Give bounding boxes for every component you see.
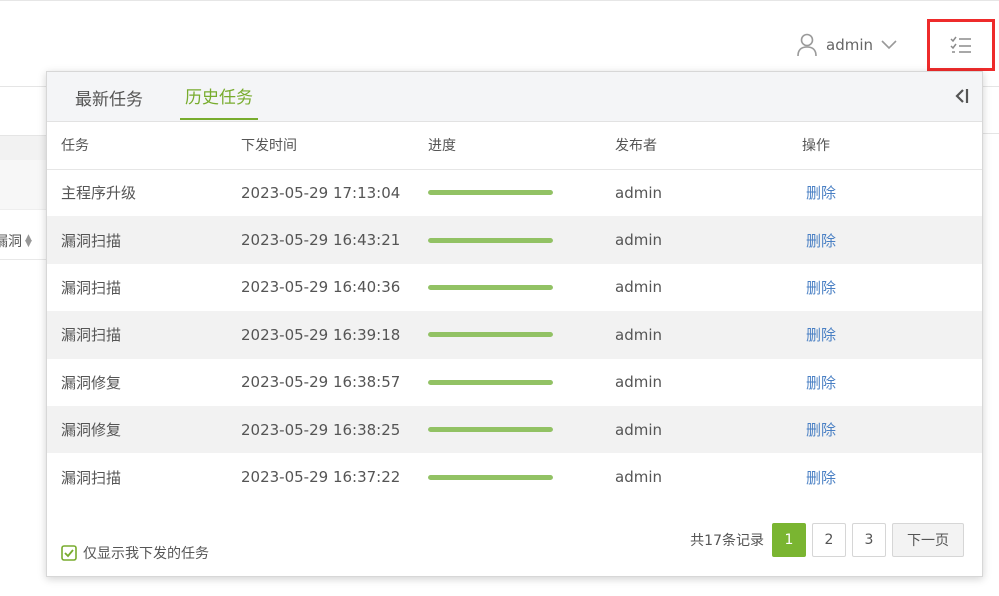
next-page-button[interactable]: 下一页 [892, 523, 964, 557]
task-name: 主程序升级 [61, 184, 137, 203]
column-header-time: 下发时间 [241, 122, 428, 170]
delete-link[interactable]: 删除 [806, 421, 836, 439]
task-table-body: 主程序升级 2023-05-29 17:13:04 admin 删除 漏洞扫描 2023-… [47, 169, 982, 501]
progress-fill [428, 379, 553, 385]
task-time: 2023-05-29 16:37:22 [241, 468, 401, 487]
delete-link[interactable]: 删除 [806, 374, 836, 392]
progress-bar [428, 284, 553, 290]
total-records: 共17条记录 [690, 533, 764, 549]
delete-link[interactable]: 删除 [806, 326, 836, 344]
table-row: 漏洞扫描 2023-05-29 16:43:21 admin 删除 [47, 216, 982, 264]
task-publisher: admin [615, 468, 662, 487]
only-mine-label: 仅显示我下发的任务 [83, 546, 209, 562]
table-row: 漏洞修复 2023-05-29 16:38:57 admin 删除 [47, 359, 982, 406]
progress-bar [428, 332, 553, 338]
task-name: 漏洞修复 [61, 373, 122, 392]
user-menu[interactable]: admin [796, 31, 897, 59]
task-time: 2023-05-29 16:38:25 [241, 405, 428, 454]
table-row: 漏洞修复 2023-05-29 16:38:25 admin 删除 [47, 405, 982, 454]
background-column-label: 漏洞 [0, 233, 22, 250]
task-progress-cell [428, 359, 615, 406]
task-name: 漏洞扫描 [61, 468, 122, 487]
progress-bar [428, 427, 553, 433]
username: admin [826, 36, 873, 54]
task-action-cell: 删除 [802, 169, 982, 216]
task-publisher: admin [615, 183, 662, 202]
sort-icon: ▲ ▼ [25, 232, 32, 249]
task-time: 2023-05-29 16:43:21 [241, 216, 428, 264]
task-progress-cell [428, 311, 615, 359]
progress-bar [428, 190, 553, 196]
task-name: 漏洞扫描 [47, 311, 241, 359]
task-time: 2023-05-29 16:40:36 [241, 278, 401, 297]
progress-bar [428, 237, 553, 243]
page-button-2[interactable]: 2 [812, 523, 846, 557]
user-icon [797, 33, 817, 57]
progress-fill [428, 190, 553, 196]
delete-link[interactable]: 删除 [806, 279, 836, 297]
task-action-cell: 删除 [802, 216, 982, 264]
table-row: 漏洞扫描 2023-05-29 16:39:18 admin 删除 [47, 311, 982, 359]
pagination: 共17条记录 1 2 3 下一页 [690, 523, 964, 557]
task-action-cell: 删除 [802, 311, 982, 359]
column-header-action: 操作 [802, 122, 982, 170]
chevron-down-icon [881, 40, 897, 50]
task-name: 漏洞修复 [47, 405, 241, 454]
progress-fill [428, 284, 553, 290]
task-table: 任务 下发时间 进度 发布者 操作 主程序升级 2023-05-29 17:13:… [47, 122, 982, 501]
task-list-toggle-button[interactable] [927, 19, 995, 71]
progress-fill [428, 237, 553, 243]
task-tabs: 最新任务 历史任务 [47, 72, 982, 122]
collapse-panel-button[interactable] [952, 86, 972, 106]
task-name: 漏洞扫描 [47, 216, 241, 264]
task-progress-cell [428, 453, 615, 500]
task-panel: 最新任务 历史任务 任务 下发时间 进度 发布者 操作 主程序升级 2023-05… [46, 71, 983, 577]
delete-link[interactable]: 删除 [806, 469, 836, 487]
background-row [0, 160, 46, 210]
task-progress-cell [428, 169, 615, 216]
task-progress-cell [428, 264, 615, 311]
task-action-cell: 删除 [802, 453, 982, 500]
page-button-1[interactable]: 1 [772, 523, 806, 557]
checkbox-checked-icon [61, 545, 77, 561]
progress-fill [428, 427, 553, 433]
column-header-task: 任务 [47, 122, 241, 170]
task-time: 2023-05-29 17:13:04 [241, 183, 401, 202]
progress-fill [428, 474, 553, 480]
task-publisher: admin [615, 278, 662, 297]
tab-latest-tasks[interactable]: 最新任务 [59, 72, 159, 122]
table-row: 主程序升级 2023-05-29 17:13:04 admin 删除 [47, 169, 982, 216]
task-publisher: admin [615, 311, 802, 359]
task-name: 漏洞扫描 [61, 278, 122, 297]
task-time: 2023-05-29 16:38:57 [241, 373, 401, 392]
task-publisher: admin [615, 405, 802, 454]
tab-history-tasks[interactable]: 历史任务 [180, 72, 258, 120]
delete-link[interactable]: 删除 [806, 232, 836, 250]
task-action-cell: 删除 [802, 359, 982, 406]
progress-fill [428, 332, 553, 338]
progress-bar [428, 379, 553, 385]
table-header-row: 任务 下发时间 进度 发布者 操作 [47, 122, 982, 170]
task-publisher: admin [615, 373, 662, 392]
column-header-progress: 进度 [428, 122, 615, 170]
background-toolbar [0, 86, 46, 136]
background-column-header[interactable]: 漏洞 ▲▼ [0, 222, 46, 260]
checklist-icon [950, 36, 971, 53]
task-action-cell: 删除 [802, 405, 982, 454]
page-button-3[interactable]: 3 [852, 523, 886, 557]
progress-bar [428, 474, 553, 480]
table-row: 漏洞扫描 2023-05-29 16:37:22 admin 删除 [47, 453, 982, 500]
task-action-cell: 删除 [802, 264, 982, 311]
task-progress-cell [428, 216, 615, 264]
task-publisher: admin [615, 216, 802, 264]
background-header-strip [0, 136, 46, 160]
only-mine-checkbox[interactable]: 仅显示我下发的任务 [61, 543, 209, 563]
background-toolbar-right [983, 86, 999, 134]
task-time: 2023-05-29 16:39:18 [241, 311, 428, 359]
collapse-right-icon [955, 89, 969, 103]
table-row: 漏洞扫描 2023-05-29 16:40:36 admin 删除 [47, 264, 982, 311]
task-progress-cell [428, 405, 615, 454]
delete-link[interactable]: 删除 [806, 184, 836, 202]
column-header-publisher: 发布者 [615, 122, 802, 170]
